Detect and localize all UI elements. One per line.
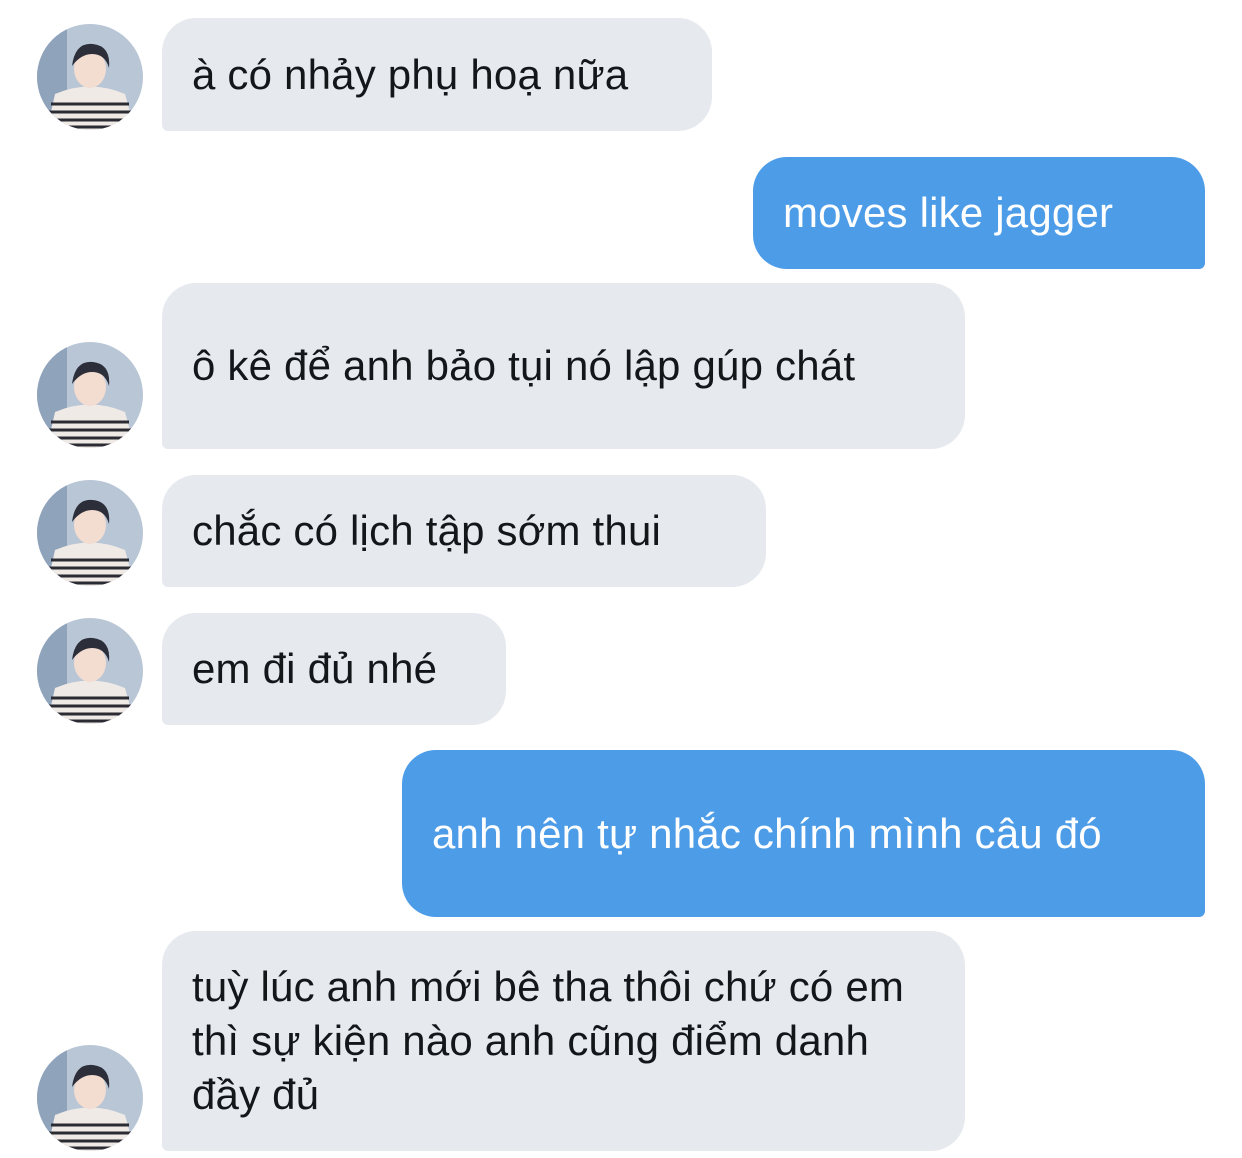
sender-avatar[interactable] bbox=[37, 480, 143, 586]
sent-message-bubble[interactable]: moves like jagger bbox=[753, 157, 1205, 269]
received-message-bubble[interactable]: tuỳ lúc anh mới bê tha thôi chứ có em th… bbox=[162, 931, 965, 1151]
received-message-bubble[interactable]: chắc có lịch tập sớm thui bbox=[162, 475, 766, 587]
avatar-photo-icon bbox=[37, 1045, 143, 1151]
avatar-photo-icon bbox=[37, 618, 143, 724]
sender-avatar[interactable] bbox=[37, 618, 143, 724]
message-text: à có nhảy phụ hoạ nữa bbox=[192, 50, 629, 98]
received-message-bubble[interactable]: em đi đủ nhé bbox=[162, 613, 506, 725]
sent-message-bubble[interactable]: anh nên tự nhắc chính mình câu đó bbox=[402, 750, 1205, 917]
received-message-bubble[interactable]: ô kê để anh bảo tụi nó lập gúp chát bbox=[162, 283, 965, 449]
message-thread: à có nhảy phụ hoạ nữa moves like jagger … bbox=[0, 0, 1242, 1158]
sender-avatar[interactable] bbox=[37, 1045, 143, 1151]
message-text: tuỳ lúc anh mới bê tha thôi chứ có em th… bbox=[192, 963, 916, 1118]
message-text: em đi đủ nhé bbox=[192, 645, 438, 692]
message-text: anh nên tự nhắc chính mình câu đó bbox=[432, 809, 1102, 857]
received-message-bubble[interactable]: à có nhảy phụ hoạ nữa bbox=[162, 18, 712, 131]
message-text: ô kê để anh bảo tụi nó lập gúp chát bbox=[192, 342, 856, 389]
message-text: moves like jagger bbox=[783, 189, 1114, 236]
message-text: chắc có lịch tập sớm thui bbox=[192, 507, 662, 554]
avatar-photo-icon bbox=[37, 342, 143, 448]
sender-avatar[interactable] bbox=[37, 24, 143, 130]
sender-avatar[interactable] bbox=[37, 342, 143, 448]
avatar-photo-icon bbox=[37, 24, 143, 130]
avatar-photo-icon bbox=[37, 480, 143, 586]
